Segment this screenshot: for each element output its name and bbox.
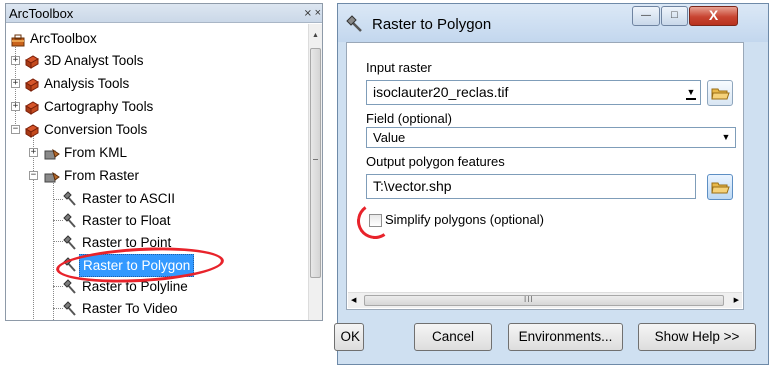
ok-button[interactable]: OK — [334, 323, 364, 351]
tree-item-from-raster[interactable]: − From Raster — [6, 165, 206, 186]
hammer-icon — [62, 279, 78, 295]
tool-label: Raster to ASCII — [82, 191, 176, 206]
expand-icon[interactable]: + — [29, 148, 38, 157]
input-raster-combo[interactable]: isoclauter20_reclas.tif ▼ — [366, 80, 701, 105]
tool-label: Raster To Video — [82, 301, 178, 316]
toolbox-icon — [24, 100, 40, 115]
tool-raster-to-video[interactable]: Raster To Video — [6, 298, 226, 319]
toolbox-icon — [11, 32, 27, 47]
dialog-title: Raster to Polygon — [372, 16, 492, 33]
folder-open-icon — [711, 88, 730, 100]
tree-item-3d-analyst[interactable]: + 3D Analyst Tools — [6, 50, 206, 71]
pin-icon[interactable]: ⨯ — [304, 4, 312, 23]
hammer-icon — [345, 15, 365, 36]
toolbox-scrollbar[interactable]: ▲ — [308, 24, 322, 320]
tree-item-label: From Raster — [64, 168, 140, 183]
browse-output-button[interactable] — [707, 174, 733, 200]
tree-item-label: From KML — [64, 145, 128, 160]
tree-root[interactable]: ArcToolbox — [8, 28, 158, 49]
field-select[interactable]: Value ▼ — [366, 127, 736, 148]
close-button[interactable]: X — [689, 6, 738, 26]
tree-item-label: Cartography Tools — [44, 99, 154, 114]
field-value: Value — [373, 130, 406, 145]
highlight-circle — [354, 200, 396, 242]
scrollbar-grip — [313, 159, 318, 160]
scrollbar-thumb[interactable] — [364, 295, 724, 306]
scrollbar-thumb[interactable] — [310, 48, 321, 278]
tree-item-label: Analysis Tools — [44, 76, 130, 91]
dialog-form: Input raster isoclauter20_reclas.tif ▼ F… — [346, 42, 744, 310]
minimize-button[interactable]: — — [632, 6, 660, 26]
close-icon[interactable]: × — [315, 4, 321, 23]
dropdown-arrow-icon[interactable]: ▼ — [686, 83, 696, 101]
toolbox-icon — [24, 123, 40, 138]
dropdown-arrow-icon[interactable]: ▼ — [721, 128, 731, 146]
dialog-titlebar: Raster to Polygon — □ X — [338, 4, 768, 42]
scrollbar-grip: III — [524, 295, 534, 304]
collapse-icon[interactable]: − — [11, 125, 20, 134]
expand-icon[interactable]: + — [11, 79, 20, 88]
toolbox-icon — [24, 77, 40, 92]
form-hscrollbar[interactable]: ◀ III ▶ — [348, 292, 742, 308]
input-raster-value: isoclauter20_reclas.tif — [373, 84, 509, 100]
toolbox-icon — [24, 54, 40, 69]
hammer-icon — [62, 191, 78, 207]
environments-button[interactable]: Environments... — [508, 323, 623, 351]
output-label: Output polygon features — [366, 154, 505, 169]
output-features-input[interactable]: T:\vector.shp — [366, 174, 696, 199]
scroll-up-icon[interactable]: ▲ — [312, 32, 319, 39]
simplify-label: Simplify polygons (optional) — [385, 212, 544, 227]
hammer-icon — [62, 213, 78, 229]
tree-root-label: ArcToolbox — [30, 31, 97, 46]
panel-title: ArcToolbox — [9, 6, 74, 21]
tree-item-label: 3D Analyst Tools — [44, 53, 144, 68]
browse-input-button[interactable] — [707, 80, 733, 106]
tree-item-from-kml[interactable]: + From KML — [6, 142, 206, 163]
tool-raster-to-ascii[interactable]: Raster to ASCII — [6, 188, 226, 209]
scroll-right-icon[interactable]: ▶ — [734, 296, 739, 304]
folder-open-icon — [711, 182, 730, 194]
toolbox-tree: ArcToolbox + 3D Analyst Tools + Analysis… — [6, 24, 308, 320]
show-help-button[interactable]: Show Help >> — [638, 323, 756, 351]
tree-item-analysis[interactable]: + Analysis Tools — [6, 73, 206, 94]
output-value: T:\vector.shp — [373, 178, 452, 194]
hammer-icon — [62, 235, 78, 251]
tool-label: Raster to Float — [82, 213, 171, 228]
expand-icon[interactable]: + — [11, 102, 20, 111]
raster-to-polygon-dialog: Raster to Polygon — □ X Input raster iso… — [334, 3, 769, 365]
tool-raster-to-float[interactable]: Raster to Float — [6, 210, 226, 231]
toolset-icon — [44, 146, 60, 160]
arctoolbox-titlebar: ArcToolbox ⨯ × — [6, 4, 322, 23]
scroll-left-icon[interactable]: ◀ — [351, 296, 356, 304]
tree-item-label: Conversion Tools — [44, 122, 148, 137]
tree-item-conversion[interactable]: − Conversion Tools — [6, 119, 206, 140]
expand-icon[interactable]: + — [11, 56, 20, 65]
maximize-button[interactable]: □ — [661, 6, 688, 26]
collapse-icon[interactable]: − — [29, 171, 38, 180]
cancel-button[interactable]: Cancel — [414, 323, 492, 351]
tree-item-cartography[interactable]: + Cartography Tools — [6, 96, 206, 117]
field-label: Field (optional) — [366, 111, 452, 126]
hammer-icon — [62, 301, 78, 317]
arctoolbox-panel: ArcToolbox ⨯ × ArcToolbox + 3D Analyst T… — [5, 3, 323, 321]
input-raster-label: Input raster — [366, 60, 432, 75]
toolset-icon — [44, 169, 60, 183]
